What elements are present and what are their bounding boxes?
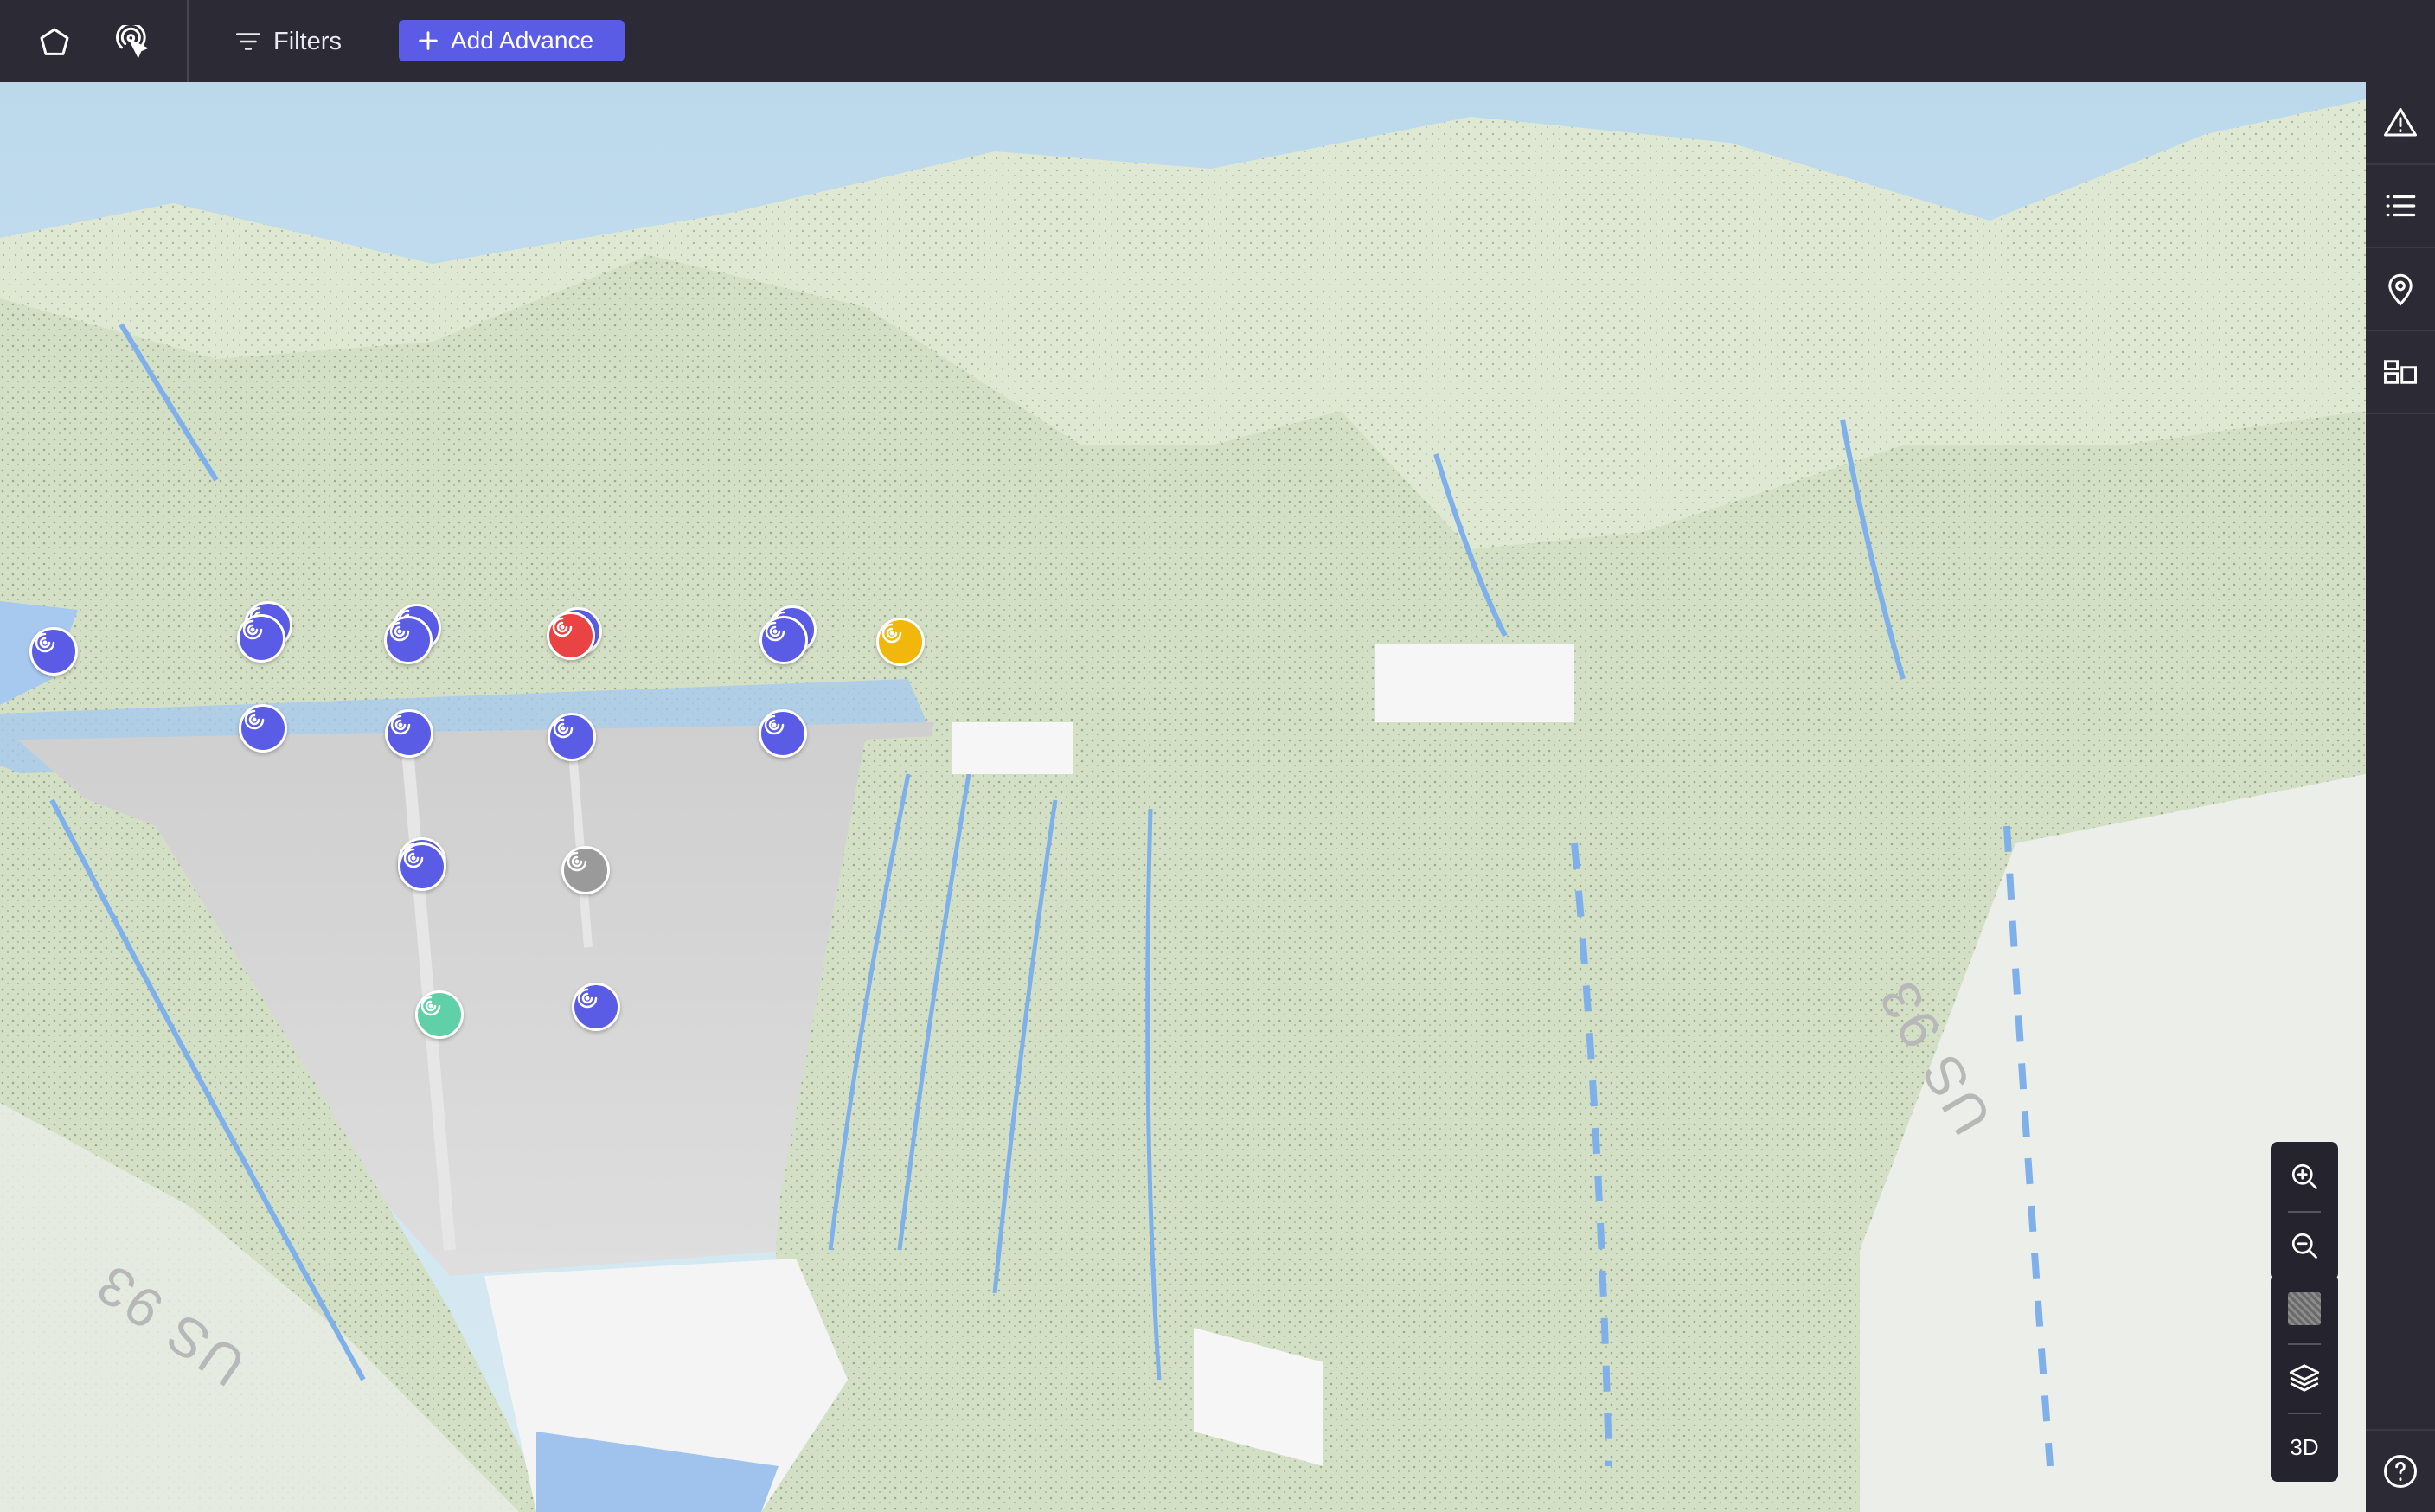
sensor-marker[interactable] — [29, 627, 78, 676]
sensor-marker[interactable] — [415, 990, 464, 1039]
locations-button[interactable] — [2366, 248, 2435, 331]
zoom-in-icon — [2291, 1163, 2317, 1189]
plus-icon — [419, 31, 438, 50]
top-toolbar: Filters Add Advance — [0, 0, 2435, 82]
map-3d-view[interactable]: US 93 US 93 — [0, 82, 2366, 1512]
sensor-marker[interactable] — [398, 842, 446, 891]
sensor-marker[interactable] — [547, 612, 595, 660]
sensor-icon — [881, 623, 902, 644]
sensor-icon — [244, 709, 265, 730]
list-icon — [2386, 195, 2416, 217]
zoom-out-icon — [2291, 1233, 2317, 1259]
filters-button[interactable]: Filters — [234, 19, 363, 64]
list-button[interactable] — [2366, 165, 2435, 248]
sensor-icon — [390, 714, 411, 735]
sensor-icon — [35, 632, 55, 653]
sensor-icon — [577, 988, 598, 1009]
sensor-icon — [403, 848, 424, 868]
filter-icon — [235, 33, 261, 50]
sensor-marker[interactable] — [572, 983, 620, 1031]
sensor-marker[interactable] — [385, 709, 433, 758]
sensor-icon — [553, 718, 574, 739]
toolbar-divider — [187, 0, 189, 82]
zoom-out-button[interactable] — [2271, 1211, 2338, 1280]
terrain-rendering — [0, 82, 2366, 1512]
sensor-marker[interactable] — [237, 614, 285, 663]
layers-icon — [2289, 1364, 2320, 1392]
zoom-controls — [2271, 1142, 2338, 1280]
add-advance-label: Add Advance — [451, 27, 594, 54]
sensor-icon — [389, 621, 410, 642]
sensor-icon — [552, 617, 573, 637]
view-controls: 3D — [2271, 1274, 2338, 1482]
polygon-tool-icon[interactable] — [31, 19, 78, 66]
alert-icon — [2384, 107, 2417, 137]
filters-label: Filters — [273, 27, 342, 55]
pointer-tool-icon[interactable] — [109, 19, 156, 66]
sensor-marker[interactable] — [876, 618, 925, 666]
sensor-marker[interactable] — [561, 846, 610, 894]
sensor-icon — [242, 619, 263, 640]
help-icon — [2384, 1455, 2417, 1488]
sensor-icon — [567, 851, 587, 872]
sensor-marker[interactable] — [548, 713, 596, 761]
alerts-button[interactable] — [2366, 82, 2435, 165]
3d-label: 3D — [2290, 1433, 2319, 1460]
add-advance-button[interactable]: Add Advance — [399, 20, 625, 61]
right-sidebar — [2366, 82, 2435, 1512]
basemap-thumbnail — [2288, 1292, 2321, 1325]
sensor-marker[interactable] — [759, 616, 808, 664]
sensor-marker[interactable] — [384, 616, 433, 664]
layout-icon — [2384, 360, 2417, 384]
sensor-marker[interactable] — [239, 704, 287, 753]
help-button[interactable] — [2366, 1429, 2435, 1512]
location-pin-icon — [2388, 273, 2413, 306]
layers-button[interactable] — [2271, 1343, 2338, 1413]
sensor-icon — [420, 996, 441, 1016]
sensor-icon — [765, 621, 785, 642]
3d-toggle-button[interactable]: 3D — [2271, 1413, 2338, 1482]
basemap-button[interactable] — [2271, 1274, 2338, 1343]
layout-button[interactable] — [2366, 331, 2435, 414]
sensor-icon — [764, 714, 785, 735]
zoom-in-button[interactable] — [2271, 1142, 2338, 1211]
sensor-marker[interactable] — [759, 709, 807, 758]
